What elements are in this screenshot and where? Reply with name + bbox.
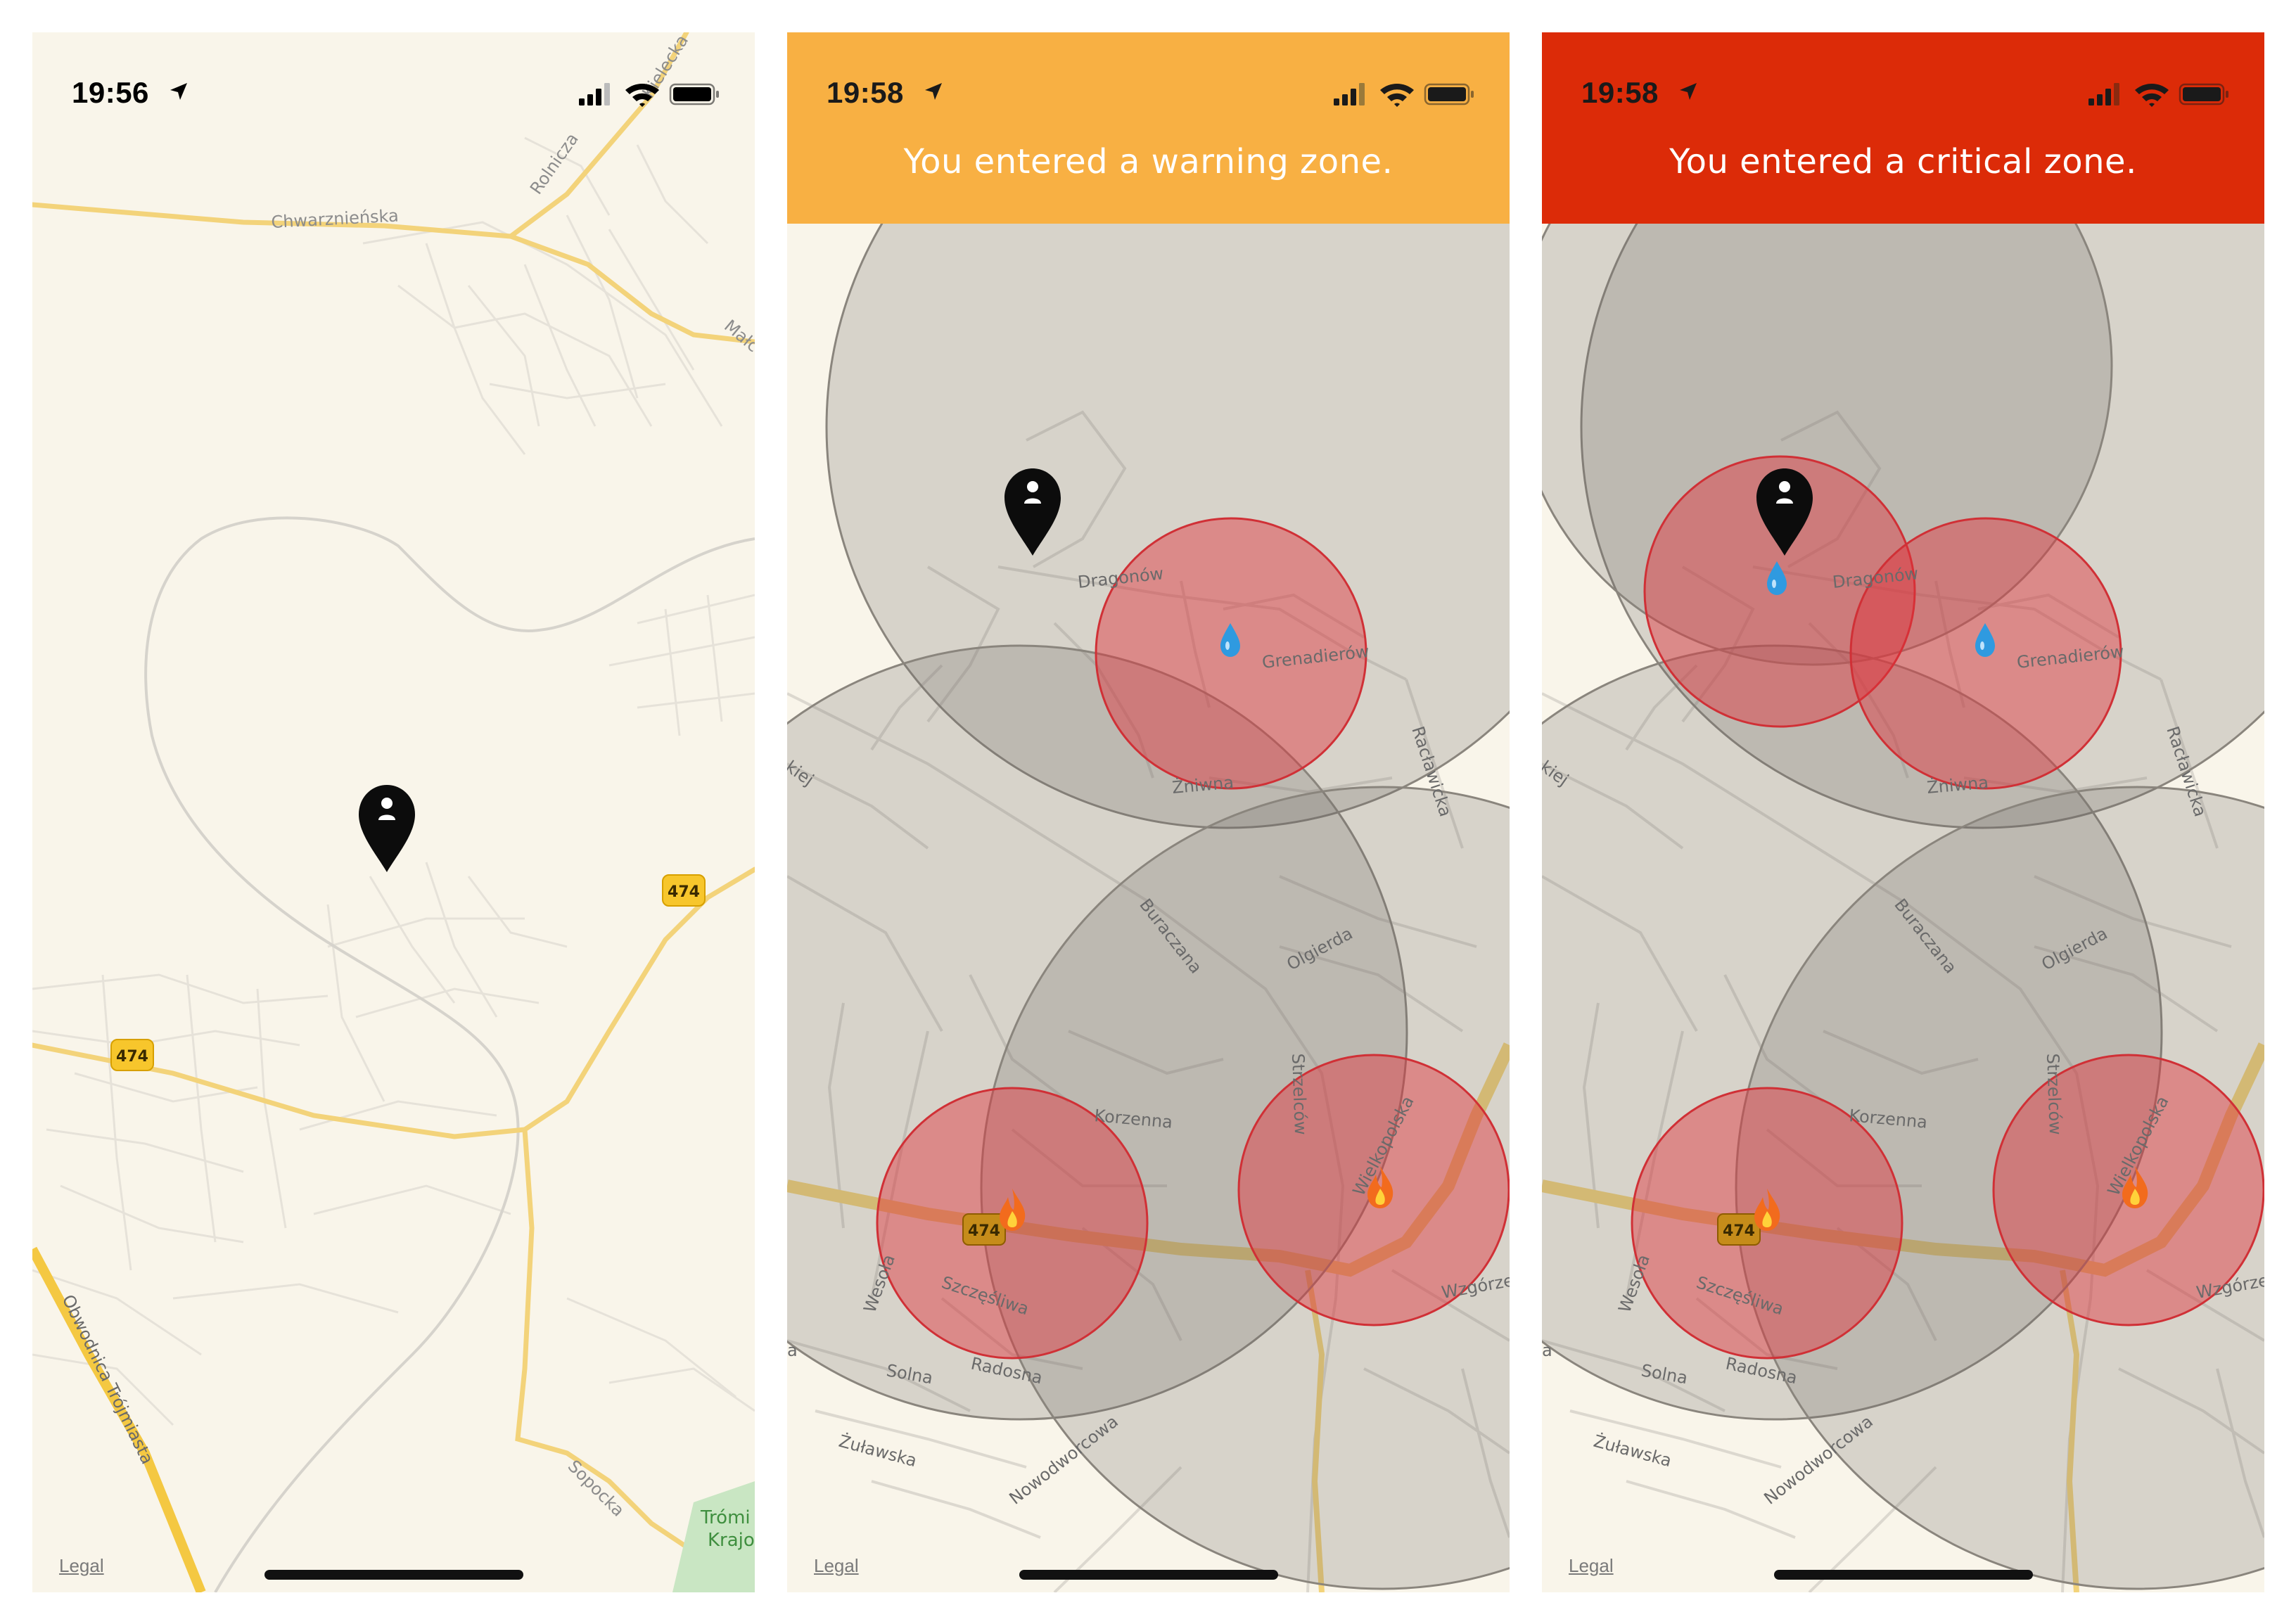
svg-text:474: 474 [116,1048,148,1066]
park-label-line1: Trómi [700,1507,751,1528]
legal-link[interactable]: Legal [814,1555,859,1577]
cellular-signal-icon [2088,83,2119,106]
cellular-signal-icon [579,83,610,106]
gray-warning-zones [787,32,1510,1590]
route-shield-west: 474 [110,1039,154,1071]
svg-text:474: 474 [968,1222,1000,1240]
map-view[interactable]: Dragonów Grenadierów Żniwna Racławicka B… [787,32,1510,1592]
wifi-icon [2135,84,2169,107]
wifi-icon [1380,84,1414,107]
phone-screen-warning: Dragonów Grenadierów Żniwna Racławicka B… [787,32,1510,1592]
route-shield-474: 474 [1717,1213,1761,1246]
banner-message: You entered a critical zone. [1669,142,2137,181]
svg-text:474: 474 [668,883,700,901]
home-indicator[interactable] [264,1570,523,1580]
location-arrow-icon [1680,83,1697,100]
battery-icon [669,83,719,106]
road-label-strzelcow: Strzelców [2043,1053,2065,1135]
status-bar: 19:56 [32,32,755,117]
phone-screen-critical: Dragonów Grenadierów Żniwna Racławicka B… [1542,32,2264,1592]
map-view[interactable]: Dragonów Grenadierów Żniwna Racławicka B… [1542,32,2264,1592]
legal-link[interactable]: Legal [1569,1555,1614,1577]
battery-icon [2179,83,2228,106]
svg-text:474: 474 [1723,1222,1755,1240]
road-label-strzelcow: Strzelców [1288,1053,1310,1135]
home-indicator[interactable] [1774,1570,2033,1580]
map-view[interactable]: Chwarznieńska Rolnicza Kielecka Małc Obw… [32,32,755,1592]
route-shield-east: 474 [662,874,706,907]
status-bar: 19:58 [1542,32,2264,117]
phone-screen-initial: Chwarznieńska Rolnicza Kielecka Małc Obw… [32,32,755,1592]
cellular-signal-icon [1334,83,1365,106]
park-label-line2: Krajo [708,1530,755,1551]
gray-warning-zones [1542,32,2264,1590]
road-label-a: a [1542,1341,1552,1360]
location-arrow-icon [925,83,942,100]
status-time: 19:58 [827,76,904,109]
status-bar: 19:58 [787,32,1510,117]
wifi-icon [625,84,659,107]
battery-icon [1424,83,1474,106]
banner-message: You entered a warning zone. [903,142,1393,181]
location-arrow-icon [170,83,187,100]
route-shield-474: 474 [962,1213,1006,1246]
home-indicator[interactable] [1019,1570,1278,1580]
status-time: 19:58 [1581,76,1659,109]
status-time: 19:56 [72,76,149,109]
legal-link[interactable]: Legal [59,1555,104,1577]
road-label-a: a [787,1341,798,1360]
